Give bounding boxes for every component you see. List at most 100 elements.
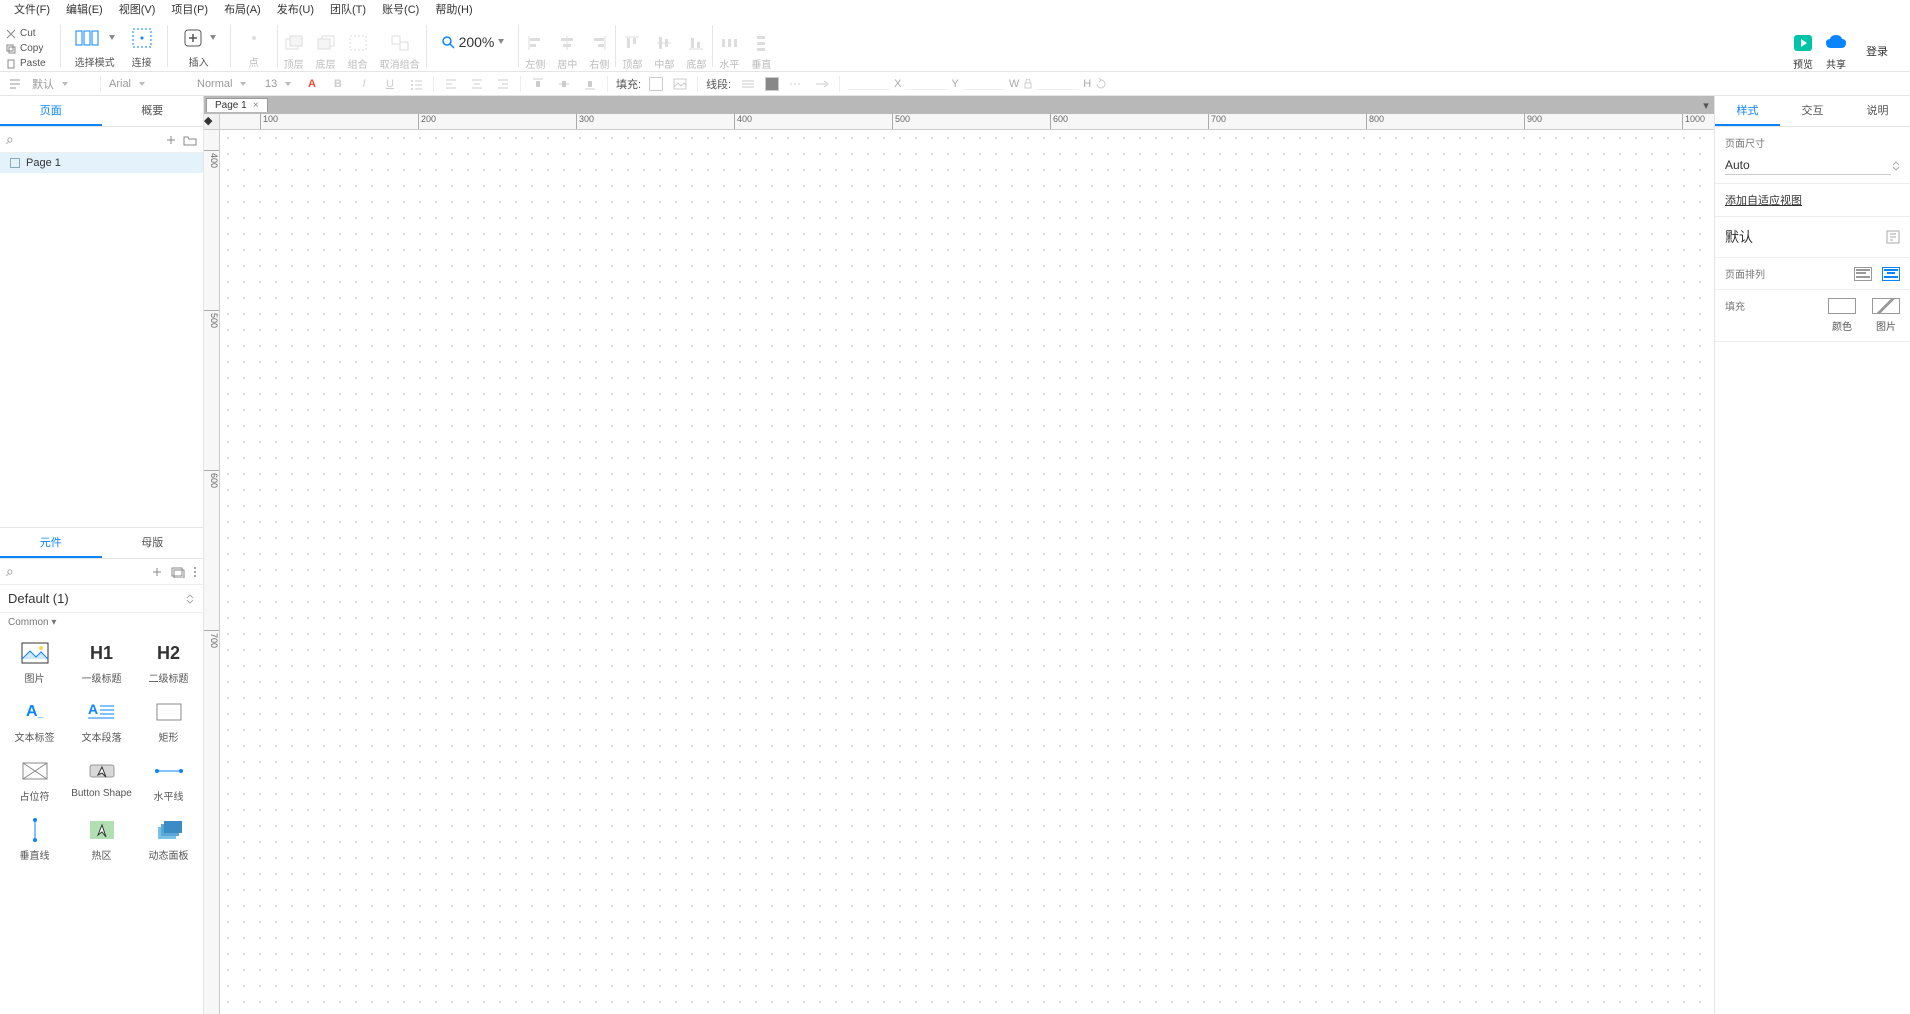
style-manage-icon[interactable] — [1886, 230, 1900, 244]
menu-help[interactable]: 帮助(H) — [427, 0, 480, 19]
style-manager-icon[interactable] — [6, 75, 24, 93]
ruler-horizontal[interactable]: 100200300400500600700800900100011001200 — [220, 114, 1714, 130]
canvas[interactable] — [220, 130, 1714, 1014]
toolbar: Cut Copy Paste 选择模式 连接 插入 — [0, 18, 1910, 72]
library-category[interactable]: Common ▾ — [0, 613, 203, 632]
line-width-icon[interactable] — [739, 75, 757, 93]
y-input[interactable] — [905, 78, 947, 90]
tab-notes[interactable]: 说明 — [1845, 96, 1910, 126]
login-button[interactable]: 登录 — [1858, 43, 1896, 59]
page-item-page1[interactable]: Page 1 — [0, 153, 203, 173]
menu-file[interactable]: 文件(F) — [6, 0, 58, 19]
tab-style[interactable]: 样式 — [1715, 96, 1780, 126]
page-size-select[interactable]: Auto — [1725, 156, 1891, 175]
canvas-tab-page1[interactable]: Page 1 × — [206, 98, 268, 112]
font-color-icon[interactable]: A — [303, 75, 321, 93]
ruler-corner: ◆ — [204, 114, 220, 130]
align-group: 左侧 居中 右侧 — [525, 30, 609, 71]
tab-pages[interactable]: 页面 — [0, 96, 102, 126]
fill-color-option[interactable]: 颜色 — [1828, 298, 1856, 333]
add-library-icon[interactable] — [151, 566, 163, 578]
widget-vline[interactable]: 垂直线 — [2, 813, 67, 866]
widget-hline[interactable]: 水平线 — [136, 754, 201, 807]
x-input[interactable] — [848, 78, 890, 90]
bold-icon[interactable]: B — [329, 75, 347, 93]
widget-button[interactable]: Button Shape — [69, 754, 134, 807]
widget-h1[interactable]: H1一级标题 — [69, 636, 134, 689]
tab-widgets[interactable]: 元件 — [0, 528, 102, 558]
add-folder-icon[interactable] — [183, 134, 197, 146]
font-size-dropdown[interactable]: 13 — [265, 78, 295, 90]
ruler-vertical[interactable]: 400500600700 — [204, 130, 220, 1014]
menu-view[interactable]: 视图(V) — [111, 0, 164, 19]
bullets-icon[interactable] — [407, 75, 425, 93]
connect-button[interactable]: 连接 — [123, 22, 161, 71]
default-style-title: 默认 — [1725, 227, 1753, 247]
text-align-left-icon[interactable] — [442, 75, 460, 93]
more-icon[interactable] — [193, 566, 197, 578]
tabs-dropdown-icon[interactable]: ▾ — [1698, 99, 1714, 112]
italic-icon[interactable]: I — [355, 75, 373, 93]
clipboard-group: Cut Copy Paste — [6, 26, 46, 71]
font-weight-dropdown[interactable]: Normal — [197, 78, 257, 90]
widget-paragraph[interactable]: A文本段落 — [69, 695, 134, 748]
cut-button[interactable]: Cut — [6, 26, 36, 41]
library-options-icon[interactable] — [171, 566, 185, 578]
h-input[interactable] — [1037, 78, 1079, 90]
page-size-label: 页面尺寸 — [1725, 135, 1900, 150]
tab-masters[interactable]: 母版 — [102, 528, 204, 558]
pages-search-icon[interactable] — [6, 131, 159, 148]
widget-hotspot[interactable]: 热区 — [69, 813, 134, 866]
adaptive-views-link[interactable]: 添加自适应视图 — [1725, 195, 1802, 207]
insert-button[interactable]: 插入 — [174, 22, 224, 71]
fill-label: 填充: — [616, 76, 641, 92]
widget-rect[interactable]: 矩形 — [136, 695, 201, 748]
share-button[interactable]: 共享 — [1824, 30, 1848, 71]
text-align-right-icon[interactable] — [494, 75, 512, 93]
widget-dynpanel[interactable]: 动态面板 — [136, 813, 201, 866]
bring-front-button: 顶层 — [284, 30, 304, 71]
line-color-swatch[interactable] — [765, 77, 779, 91]
dist-v-button: 垂直 — [751, 30, 771, 71]
widget-image[interactable]: 图片 — [2, 636, 67, 689]
menu-layout[interactable]: 布局(A) — [216, 0, 269, 19]
library-selector[interactable]: Default (1) — [0, 585, 203, 613]
font-family-dropdown[interactable]: Arial — [109, 78, 189, 90]
preview-button[interactable]: 预览 — [1792, 30, 1814, 71]
rotation-icon[interactable] — [1095, 78, 1107, 90]
lock-aspect-icon[interactable] — [1023, 79, 1033, 89]
select-mode-button[interactable]: 选择模式 — [67, 22, 123, 71]
close-tab-icon[interactable]: × — [253, 100, 259, 111]
menu-account[interactable]: 账号(C) — [374, 0, 427, 19]
arrow-style-icon[interactable] — [813, 75, 831, 93]
valign-top-icon[interactable] — [529, 75, 547, 93]
fill-color-swatch[interactable] — [649, 77, 663, 91]
text-align-center-icon[interactable] — [468, 75, 486, 93]
line-style-icon[interactable] — [787, 75, 805, 93]
fill-image-option[interactable]: 图片 — [1872, 298, 1900, 333]
widget-h2[interactable]: H2二级标题 — [136, 636, 201, 689]
copy-button[interactable]: Copy — [6, 41, 43, 56]
fill-image-icon[interactable] — [671, 75, 689, 93]
arrange-stack-icon[interactable] — [1854, 267, 1872, 281]
valign-bottom-icon[interactable] — [581, 75, 599, 93]
widget-label[interactable]: A_文本标签 — [2, 695, 67, 748]
valign-middle-icon[interactable] — [555, 75, 573, 93]
style-preset-dropdown[interactable]: 默认 — [32, 76, 92, 92]
tab-interact[interactable]: 交互 — [1780, 96, 1845, 126]
menu-team[interactable]: 团队(T) — [322, 0, 374, 19]
underline-icon[interactable]: U — [381, 75, 399, 93]
w-input[interactable] — [963, 78, 1005, 90]
add-page-icon[interactable] — [165, 134, 177, 146]
menu-publish[interactable]: 发布(U) — [269, 0, 322, 19]
arrange-center-icon[interactable] — [1882, 267, 1900, 281]
tab-outline[interactable]: 概要 — [102, 96, 204, 126]
vline-icon — [17, 817, 53, 843]
paste-button[interactable]: Paste — [6, 56, 46, 71]
zoom-control[interactable]: 200% — [433, 26, 513, 71]
ungroup-button: 取消组合 — [380, 30, 420, 71]
menu-edit[interactable]: 编辑(E) — [58, 0, 111, 19]
widget-placeholder[interactable]: 占位符 — [2, 754, 67, 807]
widgets-search-icon[interactable] — [6, 563, 143, 580]
menu-project[interactable]: 项目(P) — [163, 0, 216, 19]
